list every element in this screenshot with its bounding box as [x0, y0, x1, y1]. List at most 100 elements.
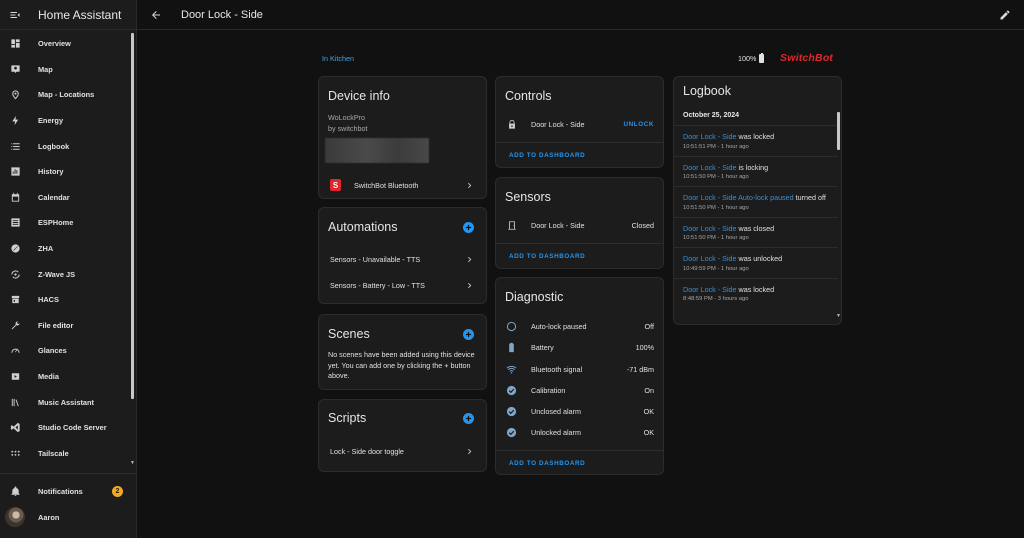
- card-title: Scenes: [328, 327, 370, 341]
- sidebar-item-calendar[interactable]: Calendar: [0, 185, 134, 211]
- sidebar-item-map-locations[interactable]: Map - Locations: [0, 82, 134, 108]
- sidebar-item-hacs[interactable]: HACS: [0, 287, 134, 313]
- card-footer: ADD TO DASHBOARD: [496, 243, 663, 269]
- sidebar-item-energy[interactable]: Energy: [0, 108, 134, 134]
- logbook-scrollbar[interactable]: [837, 112, 840, 150]
- sidebar-item-logbook[interactable]: Logbook: [0, 133, 134, 159]
- lightning-bolt-icon: [9, 115, 21, 127]
- add-to-dashboard-button[interactable]: ADD TO DASHBOARD: [509, 460, 585, 467]
- logbook-message: was locked: [736, 284, 775, 294]
- entity-name: Door Lock - Side: [531, 220, 585, 230]
- diagnostic-value: -71 dBm: [626, 364, 654, 374]
- map-marker-icon: [9, 89, 21, 101]
- scroll-down-arrow-icon[interactable]: ▼: [130, 460, 135, 466]
- sidebar-item-tailscale[interactable]: Tailscale: [0, 441, 134, 467]
- sidebar-item-studio-code-server[interactable]: Studio Code Server: [0, 415, 134, 441]
- add-scene-button[interactable]: [463, 329, 474, 340]
- sidebar: Home Assistant Overview Map Map - Locati…: [0, 0, 137, 538]
- logbook-message: turned off: [793, 193, 826, 202]
- map-icon: [9, 63, 21, 75]
- automation-item[interactable]: Sensors - Unavailable - TTS: [319, 253, 486, 265]
- add-automation-button[interactable]: [463, 222, 474, 233]
- logbook-entry: Door Lock - Side was closed 10:51:50 PM …: [674, 216, 838, 248]
- diagnostic-row-bluetooth-signal[interactable]: Bluetooth signal -71 dBm: [496, 363, 663, 375]
- sidebar-item-overview[interactable]: Overview: [0, 31, 134, 57]
- sidebar-item-label: Map - Locations: [38, 90, 95, 100]
- wrench-icon: [9, 319, 21, 331]
- wifi-signal-icon: [506, 364, 517, 375]
- automation-item[interactable]: Sensors - Battery - Low - TTS: [319, 279, 486, 291]
- card-footer: ADD TO DASHBOARD: [496, 450, 663, 476]
- sidebar-item-label: HACS: [38, 295, 59, 305]
- logbook-entity-link[interactable]: Door Lock - Side: [683, 163, 737, 172]
- sidebar-item-label: ESPHome: [38, 218, 74, 228]
- logbook-entry: Door Lock - Side is locking 10:51:50 PM …: [674, 155, 838, 187]
- diagnostic-label: Calibration: [531, 385, 566, 395]
- diagnostic-row-unlocked-alarm[interactable]: Unlocked alarm OK: [496, 426, 663, 438]
- device-model-block: WoLockPro by switchbot: [328, 113, 368, 134]
- add-to-dashboard-button[interactable]: ADD TO DASHBOARD: [509, 152, 585, 159]
- sidebar-item-esphome[interactable]: ESPHome: [0, 210, 134, 236]
- area-link[interactable]: In Kitchen: [322, 54, 354, 63]
- sidebar-item-notifications[interactable]: Notifications 2: [0, 478, 134, 504]
- logbook-entity-link[interactable]: Door Lock - Side: [683, 224, 737, 233]
- door-sensor-row[interactable]: Door Lock - Side Closed: [496, 219, 663, 231]
- automations-card: Automations Sensors - Unavailable - TTS …: [318, 207, 487, 304]
- scenes-empty-text: No scenes have been added using this dev…: [328, 350, 475, 380]
- logbook-entity-link[interactable]: Door Lock - Side: [683, 254, 737, 263]
- media-icon: [9, 371, 21, 383]
- logbook-entry-text: Door Lock - Side was closed: [683, 223, 829, 235]
- logbook-entity-link[interactable]: Door Lock - Side: [683, 285, 737, 294]
- back-arrow-icon[interactable]: [150, 9, 162, 21]
- sidebar-item-map[interactable]: Map: [0, 57, 134, 83]
- battery-value: 100%: [738, 54, 757, 63]
- scroll-down-arrow-icon[interactable]: ▼: [836, 313, 841, 319]
- vscode-icon: [9, 422, 21, 434]
- diagnostic-value: 100%: [635, 342, 654, 352]
- user-name: Aaron: [38, 512, 60, 522]
- sidebar-item-zha[interactable]: ZHA: [0, 236, 134, 262]
- battery-icon: [506, 342, 517, 353]
- logbook-entity-link[interactable]: Door Lock - Side: [683, 132, 737, 141]
- script-item[interactable]: Lock - Side door toggle: [319, 445, 486, 457]
- calendar-icon: [9, 191, 21, 203]
- sidebar-item-label: Logbook: [38, 141, 70, 151]
- check-circle-icon: [506, 427, 517, 438]
- sidebar-scrollbar[interactable]: [131, 33, 134, 399]
- sidebar-item-zwave-js[interactable]: Z-Wave JS: [0, 261, 134, 287]
- diagnostic-label: Auto-lock paused: [531, 321, 587, 331]
- sidebar-item-media[interactable]: Media: [0, 364, 134, 390]
- unlock-button[interactable]: UNLOCK: [623, 121, 654, 128]
- logbook-entry: Door Lock - Side was unlocked 10:49:59 P…: [674, 247, 838, 278]
- diagnostic-row-battery[interactable]: Battery 100%: [496, 341, 663, 353]
- sidebar-item-label: Studio Code Server: [38, 423, 107, 433]
- top-app-bar: Door Lock - Side: [137, 0, 1024, 30]
- sidebar-item-file-editor[interactable]: File editor: [0, 313, 134, 339]
- logbook-entry: Door Lock - Side was locked 10:51:51 PM …: [674, 125, 838, 156]
- menu-open-icon[interactable]: [9, 9, 21, 21]
- sidebar-item-music-assistant[interactable]: Music Assistant: [0, 389, 134, 415]
- diagnostic-row-calibration[interactable]: Calibration On: [496, 384, 663, 396]
- logbook-message: was unlocked: [736, 254, 783, 263]
- add-script-button[interactable]: [463, 413, 474, 424]
- circle-outline-icon: [506, 321, 517, 332]
- add-to-dashboard-button[interactable]: ADD TO DASHBOARD: [509, 253, 585, 260]
- diagnostic-row-auto-lock-paused[interactable]: Auto-lock paused Off: [496, 320, 663, 332]
- logbook-timestamp: 10:51:50 PM - 1 hour ago: [683, 235, 749, 241]
- card-title: Device info: [328, 89, 390, 103]
- sidebar-item-user[interactable]: Aaron: [0, 504, 134, 530]
- logbook-entity-link[interactable]: Door Lock - Side Auto-lock paused: [683, 193, 794, 202]
- lock-icon: [506, 119, 517, 130]
- sidebar-item-glances[interactable]: Glances: [0, 338, 134, 364]
- card-footer: ADD TO DASHBOARD: [496, 142, 663, 168]
- automation-name: Sensors - Unavailable - TTS: [330, 254, 421, 264]
- integration-row[interactable]: S SwitchBot Bluetooth: [319, 177, 486, 193]
- diagnostic-row-unclosed-alarm[interactable]: Unclosed alarm OK: [496, 405, 663, 417]
- integration-name: SwitchBot Bluetooth: [354, 180, 419, 190]
- logbook-icon: [9, 140, 21, 152]
- pencil-edit-icon[interactable]: [999, 9, 1011, 21]
- sidebar-item-history[interactable]: History: [0, 159, 134, 185]
- lock-entity-row[interactable]: Door Lock - Side UNLOCK: [496, 118, 663, 130]
- brand-logo: SwitchBot: [780, 52, 834, 64]
- automation-name: Sensors - Battery - Low - TTS: [330, 280, 425, 290]
